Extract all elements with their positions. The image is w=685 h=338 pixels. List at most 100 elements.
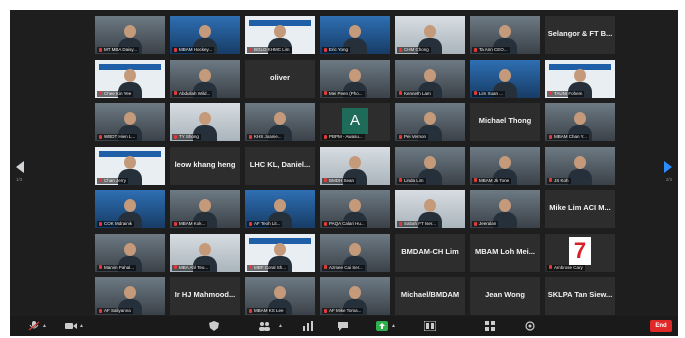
participant-tile[interactable]: KHS Joanie... xyxy=(245,103,315,141)
participant-name: Ir HJ Mahmood... xyxy=(174,290,236,299)
muted-mic-icon xyxy=(249,265,252,270)
profile-logo: 7 xyxy=(569,236,591,265)
participant-tile[interactable]: Sabah FT Iser... xyxy=(395,190,465,228)
participant-name: KHS Joanie... xyxy=(254,134,282,139)
participant-tile[interactable]: 7 Ambrose Cary xyxy=(545,233,615,272)
muted-mic-icon xyxy=(399,178,402,183)
participant-name-label: Marvin Pahal... xyxy=(97,264,137,271)
record-icon[interactable] xyxy=(424,321,436,331)
participant-tile[interactable]: MBAM Kok... xyxy=(170,190,240,228)
participant-name-label: MBAM Chan Y... xyxy=(547,134,589,140)
participants-caret-icon[interactable]: ▲ xyxy=(278,323,283,329)
participant-tile[interactable]: MBAM Chan Y... xyxy=(545,103,615,141)
previous-page-arrow-icon[interactable] xyxy=(16,161,24,173)
participant-tile[interactable]: A PBPM - Awasu... xyxy=(320,103,390,141)
participant-tile[interactable]: Abdullah Wild... xyxy=(170,59,240,98)
participant-tile[interactable]: Jeeralan xyxy=(470,190,540,228)
microphone-icon[interactable] xyxy=(28,321,40,331)
muted-mic-icon xyxy=(99,91,102,96)
participant-tile[interactable]: BMDAM-CH Lim xyxy=(395,233,465,272)
video-camera-icon[interactable] xyxy=(65,321,77,331)
participant-name: AF Teoh Lit... xyxy=(254,221,281,226)
chat-bubble-icon[interactable] xyxy=(337,321,349,331)
participant-tile[interactable]: Kenneth Lam xyxy=(395,59,465,98)
participant-name: MBAM Kok... xyxy=(179,221,206,226)
next-page-arrow-icon[interactable] xyxy=(664,161,672,173)
participant-tile[interactable]: MT MBA Daisy... xyxy=(95,16,165,54)
muted-mic-icon xyxy=(399,91,402,96)
participant-tile[interactable]: Mei Peen (Pho... xyxy=(320,59,390,98)
participant-name-label: PBPM - Awasu... xyxy=(322,134,365,140)
share-options-caret-icon[interactable]: ▲ xyxy=(391,323,396,329)
participant-tile[interactable]: Marvin Pahal... xyxy=(95,233,165,272)
participant-tile[interactable]: MBA Ahl Teo... xyxy=(170,233,240,272)
audio-options-caret-icon[interactable]: ▲ xyxy=(42,323,47,329)
participant-tile[interactable]: Chee Kin Yee xyxy=(95,59,165,98)
participant-name: Jeeralan xyxy=(479,221,497,226)
participant-name-label: TAUNI Fohem xyxy=(547,90,585,97)
participant-tile[interactable]: SKLPA Tan Siew... xyxy=(545,277,615,315)
participant-tile[interactable]: Azmee Cai Ser... xyxy=(320,233,390,272)
participant-name: MBAM Hockey... xyxy=(179,47,213,52)
meeting-toolbar: ▲ ▲ ▲ ▲ End xyxy=(10,316,678,336)
participant-tile[interactable]: LHC KL, Daniel... xyxy=(245,146,315,185)
participant-tile[interactable]: BMDH Sean xyxy=(320,146,390,185)
participant-tile[interactable]: MBF Coral Sh... xyxy=(245,233,315,272)
participant-tile[interactable]: JS Koh xyxy=(545,146,615,185)
participant-tile[interactable]: WBDT Hien L... xyxy=(95,103,165,141)
participant-tile[interactable]: PAQA Calari Hu... xyxy=(320,190,390,228)
participant-name-label: Ambrose Cary xyxy=(547,264,585,271)
participant-name: AF Mike Toma... xyxy=(329,308,362,313)
participant-tile[interactable]: TY Shong xyxy=(170,103,240,141)
whiteboard-icon[interactable] xyxy=(524,321,536,331)
participant-tile[interactable]: AF Saliyanna xyxy=(95,277,165,315)
participant-tile[interactable]: Ir HJ Mahmood... xyxy=(170,277,240,315)
participant-tile[interactable]: Mike Lim ACI M... xyxy=(545,190,615,228)
participant-tile[interactable]: Linda Lim xyxy=(395,146,465,185)
participant-name: Chan Jerry xyxy=(104,177,127,183)
participant-tile[interactable]: Pei Vernon xyxy=(395,103,465,141)
participant-tile[interactable]: Eric Yong xyxy=(320,16,390,54)
participant-tile[interactable]: AF Teoh Lit... xyxy=(245,190,315,228)
polls-chart-icon[interactable] xyxy=(302,321,314,331)
participant-name: TAUNI Fohem xyxy=(554,90,583,96)
participant-tile[interactable]: MBAM KS Lee xyxy=(245,277,315,315)
participant-tile[interactable]: Ta Ann CEO... xyxy=(470,16,540,54)
participant-tile[interactable]: Lim Xuan ... xyxy=(470,59,540,98)
end-meeting-button[interactable]: End xyxy=(650,320,672,332)
participant-name-label: BGLO KHMC Lim xyxy=(247,47,292,53)
participant-name: MBA Ahl Teo... xyxy=(179,264,209,270)
participant-tile[interactable]: leow khang heng xyxy=(170,146,240,185)
participant-tile[interactable]: MBAM Hockey... xyxy=(170,16,240,54)
apps-grid-icon[interactable] xyxy=(484,321,496,331)
participant-name: oliver xyxy=(269,72,290,82)
participant-name: WBDT Hien L... xyxy=(104,134,136,139)
participant-tile[interactable]: Chan Jerry xyxy=(95,146,165,185)
participant-tile[interactable]: BGLO KHMC Lim xyxy=(245,16,315,54)
page-indicator-left: 1/3 xyxy=(16,177,23,182)
participant-tile[interactable]: Selangor & FT B... xyxy=(545,16,615,54)
participant-tile[interactable]: Michael Thong xyxy=(470,103,540,141)
participant-tile[interactable]: AF Mike Toma... xyxy=(320,277,390,315)
participant-name: BGLO KHMC Lim xyxy=(254,47,290,52)
participant-name-label: Azmee Cai Ser... xyxy=(322,264,365,271)
participant-tile[interactable]: CHM Chong xyxy=(395,16,465,54)
share-screen-icon[interactable] xyxy=(376,321,388,331)
participant-name: CHM Chong xyxy=(404,47,429,52)
muted-mic-icon xyxy=(174,47,177,52)
muted-mic-icon xyxy=(249,134,252,139)
participant-tile[interactable]: oliver xyxy=(245,59,315,98)
participant-name: MBAM KS Lee xyxy=(254,308,284,313)
participant-tile[interactable]: MBAM Loh Mei... xyxy=(470,233,540,272)
participant-tile[interactable]: MBAM Jk Tone xyxy=(470,146,540,185)
video-options-caret-icon[interactable]: ▲ xyxy=(79,323,84,329)
participant-name: leow khang heng xyxy=(174,159,236,169)
participant-tile[interactable]: Michael/BMDAM xyxy=(395,277,465,315)
participant-name: Chee Kin Yee xyxy=(104,90,132,96)
security-shield-icon[interactable] xyxy=(208,321,220,331)
participant-tile[interactable]: TAUNI Fohem xyxy=(545,59,615,98)
participant-tile[interactable]: COK Mdrainik xyxy=(95,190,165,228)
participant-name: Michael Thong xyxy=(478,116,532,125)
participants-icon[interactable] xyxy=(258,321,270,331)
participant-tile[interactable]: Jean Wong xyxy=(470,277,540,315)
